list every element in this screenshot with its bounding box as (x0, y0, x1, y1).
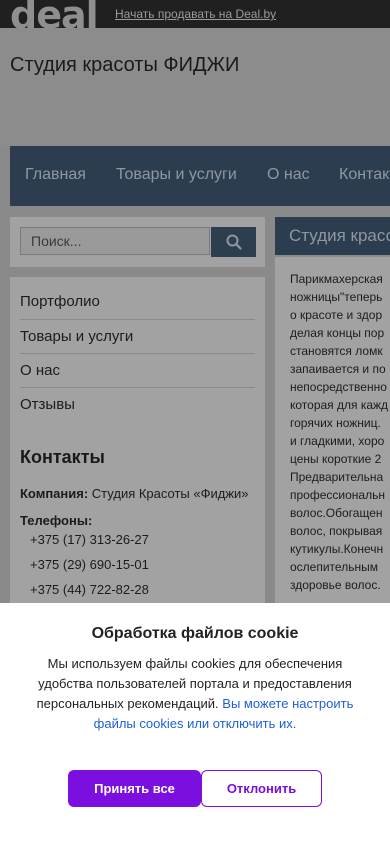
phones-label: Телефоны: (20, 513, 93, 528)
divider (20, 387, 255, 388)
description-line: которая для кажд (290, 398, 389, 412)
nav-item-products[interactable]: Товары и услуги (116, 166, 237, 184)
search-button[interactable] (211, 227, 256, 257)
decline-button[interactable]: Отклонить (201, 770, 322, 807)
sidebar-menu: Портфолио Товары и услуги О нас Отзывы К… (10, 277, 265, 607)
description-line: Предварительна (290, 470, 384, 484)
description-line: ножницы"теперь (290, 290, 383, 304)
cookie-text: Мы используем файлы cookies для обеспече… (30, 654, 360, 734)
nav-item-contacts[interactable]: Контакты (339, 166, 390, 184)
description-line: о красоте и здор (290, 308, 383, 322)
description-line: и гладкими, хоро (290, 434, 385, 448)
description-line: волос.Обогащен (290, 506, 383, 520)
content-header: Студия красоты ФИДЖИ (275, 217, 390, 255)
nav-item-about[interactable]: О нас (267, 166, 310, 184)
company-value: Студия Красоты «Фиджи» (91, 486, 249, 501)
company-label: Компания: (20, 486, 89, 501)
company-row: Компания: Студия Красоты «Фиджи» (20, 486, 249, 501)
divider (20, 319, 255, 320)
description-line: становятся ломк (290, 344, 383, 358)
store-header (0, 28, 390, 146)
search-panel: Поиск... (10, 217, 265, 267)
content-title: Студия красоты ФИДЖИ (289, 226, 390, 245)
description-line: волос, покрывая (290, 524, 383, 538)
description-line: делая концы пор (290, 326, 385, 340)
description-line: горячих ножниц. (290, 416, 381, 430)
top-bar: deal Начать продавать на Deal.by (0, 0, 390, 36)
description-line: кутикулы.Конечн (290, 542, 384, 556)
search-icon (226, 234, 242, 250)
description-line: профессиональн (290, 488, 385, 502)
description-line: ослепительным (290, 560, 378, 574)
accept-all-button[interactable]: Принять все (68, 770, 201, 807)
sidebar-item-portfolio[interactable]: Портфолио (20, 293, 255, 310)
phone-1[interactable]: +375 (17) 313-26-27 (30, 532, 149, 547)
contacts-heading: Контакты (20, 447, 105, 467)
sidebar-item-reviews[interactable]: Отзывы (20, 396, 255, 413)
phone-2[interactable]: +375 (29) 690-15-01 (30, 557, 149, 572)
cookie-title: Обработка файлов cookie (91, 625, 299, 642)
description-line: запаивается и по (290, 362, 386, 376)
description-line: Парикмахерская (290, 272, 383, 286)
description-line: цены короткие 2 (290, 452, 382, 466)
main-nav: Главная Товары и услуги О нас Контакты (10, 146, 390, 206)
store-title: Студия красоты ФИДЖИ (10, 54, 240, 76)
description-line: непосредственно (290, 380, 387, 394)
nav-item-home[interactable]: Главная (25, 166, 86, 184)
phone-3[interactable]: +375 (44) 722-82-28 (30, 582, 149, 597)
description-line: здоровье волос. (290, 578, 381, 592)
search-input[interactable]: Поиск... (20, 227, 210, 255)
start-selling-link[interactable]: Начать продавать на Deal.by (115, 7, 276, 21)
sidebar-item-about[interactable]: О нас (20, 362, 255, 379)
cookie-banner: Обработка файлов cookie Мы используем фа… (0, 603, 390, 844)
sidebar-item-products[interactable]: Товары и услуги (20, 328, 255, 345)
content-body: Парикмахерская ножницы"теперь о красоте … (275, 257, 390, 607)
divider (20, 353, 255, 354)
